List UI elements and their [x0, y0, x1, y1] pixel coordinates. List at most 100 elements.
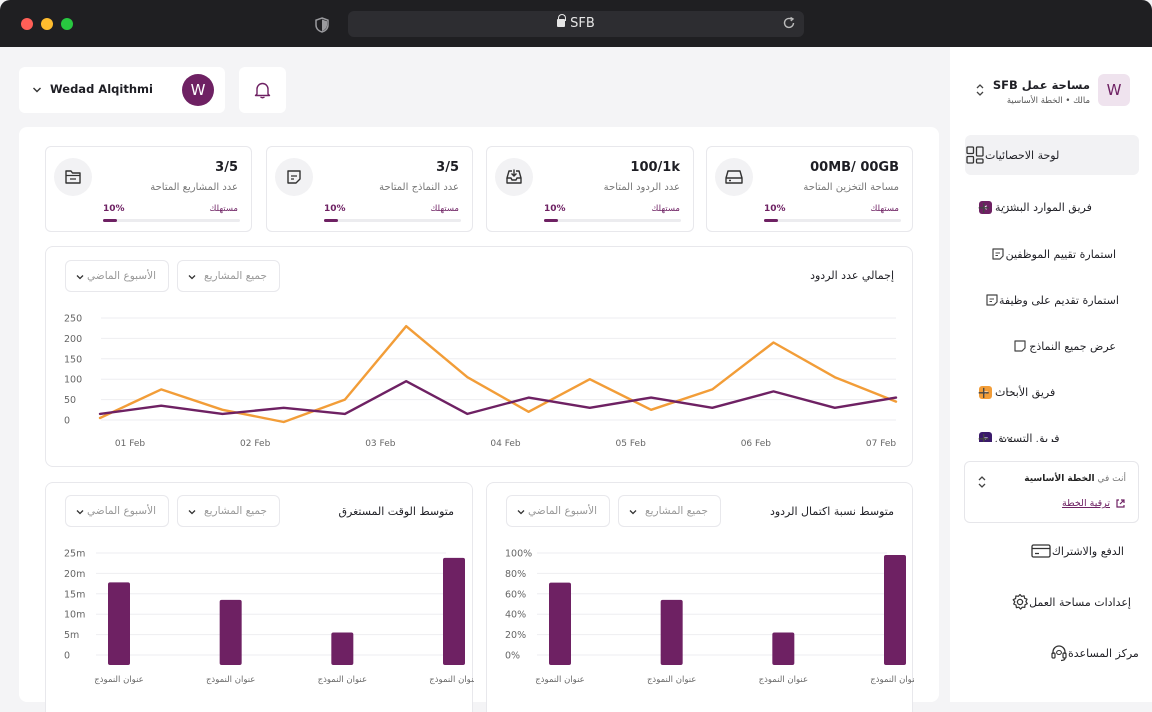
x-tick-label: 07 Feb — [866, 439, 897, 449]
plan-prefix: أنت في — [1097, 474, 1126, 484]
user-name: Wedad Alqithmi — [50, 82, 153, 96]
responses-line-chart-card: إجمالي عدد الردود جميع المشاريع الأسبوع … — [45, 246, 913, 467]
more-button[interactable]: ··· — [1002, 385, 1013, 399]
url-text: SFB — [570, 16, 595, 31]
stat-card-forms: 3/5 عدد النماذج المتاحة مستهلك 10% — [266, 146, 473, 232]
sidebar-item-team-research[interactable]: فريق الأبحاث ··· + — [975, 372, 1139, 412]
stat-value: 00MB/ 00GB — [810, 160, 899, 175]
close-window-button[interactable] — [21, 18, 33, 30]
more-button[interactable]: ··· — [1002, 431, 1013, 442]
chevron-down-icon — [33, 87, 41, 93]
usage-bar-fill — [103, 219, 117, 222]
x-tick-label: عنوان النموذج — [870, 675, 914, 685]
x-tick-label: 05 Feb — [616, 439, 647, 449]
reload-icon[interactable] — [782, 16, 796, 30]
x-tick-label: 01 Feb — [115, 439, 146, 449]
sidebar-item-team-marketing[interactable]: فريق التسويق ··· + — [975, 418, 1139, 442]
workspace-switcher[interactable]: W مساحة عمل SFB مالك • الخطة الأساسية — [975, 74, 1130, 110]
usage-label: مستهلك — [209, 204, 238, 214]
workspace-subtitle: مالك • الخطة الأساسية — [1006, 96, 1090, 106]
stat-label: مساحة التخزين المتاحة — [803, 182, 899, 193]
bar — [331, 632, 354, 665]
stat-value: 3/5 — [215, 160, 238, 175]
file-icon — [1010, 336, 1029, 356]
series-line-0 — [98, 324, 898, 424]
usage-bar — [544, 219, 681, 222]
y-tick-label: 60% — [505, 589, 526, 600]
usage-bar-fill — [544, 219, 558, 222]
sidebar-item-team-hr[interactable]: فريق الموارد البشرية ··· + — [975, 187, 1139, 227]
sidebar-scroll-clip: فريق التسويق ··· + — [965, 418, 1139, 442]
usage-label: مستهلك — [870, 204, 899, 214]
upgrade-link[interactable]: ترقية الخطة — [1062, 498, 1126, 509]
bar — [549, 582, 571, 665]
y-tick-label: 80% — [505, 569, 526, 580]
form-icon — [990, 244, 1006, 264]
usage-bar-fill — [764, 219, 778, 222]
add-button[interactable]: + — [977, 198, 990, 217]
y-tick-label: 200 — [64, 334, 82, 345]
y-tick-label: 50 — [64, 395, 76, 406]
add-button[interactable]: + — [977, 429, 990, 443]
browser-titlebar: SFB — [0, 0, 1152, 47]
y-tick-label: 5m — [64, 630, 79, 641]
plan-card: أنت في الخطة الأساسية ترقية الخطة — [964, 461, 1139, 523]
sidebar-item-form-employee-eval[interactable]: استمارة تقييم الموظفين — [990, 234, 1124, 274]
sidebar-item-dashboard[interactable]: لوحة الاحصائيات — [965, 135, 1139, 175]
stat-value: 3/5 — [436, 160, 459, 175]
x-tick-label: عنوان النموذج — [759, 675, 808, 685]
minimize-window-button[interactable] — [41, 18, 53, 30]
workspace-avatar: W — [1098, 74, 1130, 106]
stat-card-storage: 00MB/ 00GB مساحة التخزين المتاحة مستهلك … — [706, 146, 913, 232]
notifications-button[interactable] — [239, 67, 286, 113]
sidebar-item-label: إعدادات مساحة العمل — [1029, 595, 1131, 609]
x-tick-label: عنوان النموذج — [206, 675, 255, 685]
x-tick-label: عنوان النموذج — [647, 675, 696, 685]
shield-icon[interactable] — [314, 17, 330, 33]
y-tick-label: 0 — [64, 651, 70, 662]
sidebar-item-form-job-apply[interactable]: استمارة تقديم على وظيفة — [985, 280, 1124, 320]
more-button[interactable]: ··· — [1002, 200, 1013, 214]
x-tick-label: عنوان النموذج — [429, 675, 474, 685]
x-tick-label: 03 Feb — [365, 439, 396, 449]
y-tick-label: 100 — [64, 375, 82, 386]
y-tick-label: 10m — [64, 610, 85, 621]
address-bar[interactable]: SFB — [348, 11, 804, 37]
y-tick-label: 15m — [64, 589, 85, 600]
headset-icon — [1050, 643, 1068, 663]
upgrade-label: ترقية الخطة — [1062, 498, 1110, 509]
usage-label: مستهلك — [430, 204, 459, 214]
gear-icon — [1010, 592, 1029, 612]
sidebar-item-label: مركز المساعدة — [1068, 646, 1139, 660]
y-tick-label: 20m — [64, 569, 85, 580]
form-icon — [275, 158, 313, 196]
sidebar-item-workspace-settings[interactable]: إعدادات مساحة العمل — [1010, 582, 1139, 622]
usage-percent: 10% — [103, 204, 125, 214]
y-tick-label: 25m — [64, 549, 85, 560]
y-tick-label: 40% — [505, 610, 526, 621]
sidebar-item-label: عرض جميع النماذج — [1029, 339, 1116, 353]
stat-card-projects: 3/5 عدد المشاريع المتاحة مستهلك 10% — [45, 146, 252, 232]
sidebar-item-help-center[interactable]: مركز المساعدة — [1050, 633, 1139, 673]
sidebar-item-all-forms[interactable]: عرض جميع النماذج — [1010, 326, 1124, 366]
workspace-title: مساحة عمل SFB — [992, 78, 1090, 92]
bell-icon — [254, 82, 271, 99]
sidebar-item-billing[interactable]: الدفع والاشتراك — [1030, 531, 1132, 571]
grid-icon — [965, 145, 985, 165]
x-tick-label: عنوان النموذج — [94, 675, 143, 685]
add-button[interactable]: + — [977, 383, 990, 402]
bar — [108, 582, 130, 665]
x-tick-label: عنوان النموذج — [318, 675, 367, 685]
usage-bar — [324, 219, 461, 222]
maximize-window-button[interactable] — [61, 18, 73, 30]
stat-card-responses: 100/1k عدد الردود المتاحة مستهلك 10% — [486, 146, 694, 232]
x-tick-label: 06 Feb — [741, 439, 772, 449]
lock-icon — [557, 14, 567, 27]
y-tick-label: 20% — [505, 630, 526, 641]
folder-icon — [54, 158, 92, 196]
y-tick-label: 150 — [64, 354, 82, 365]
chevron-updown-icon[interactable] — [977, 474, 987, 490]
y-tick-label: 0% — [505, 651, 520, 662]
user-menu[interactable]: Wedad Alqithmi W — [19, 67, 225, 113]
stat-label: عدد الردود المتاحة — [603, 182, 680, 193]
